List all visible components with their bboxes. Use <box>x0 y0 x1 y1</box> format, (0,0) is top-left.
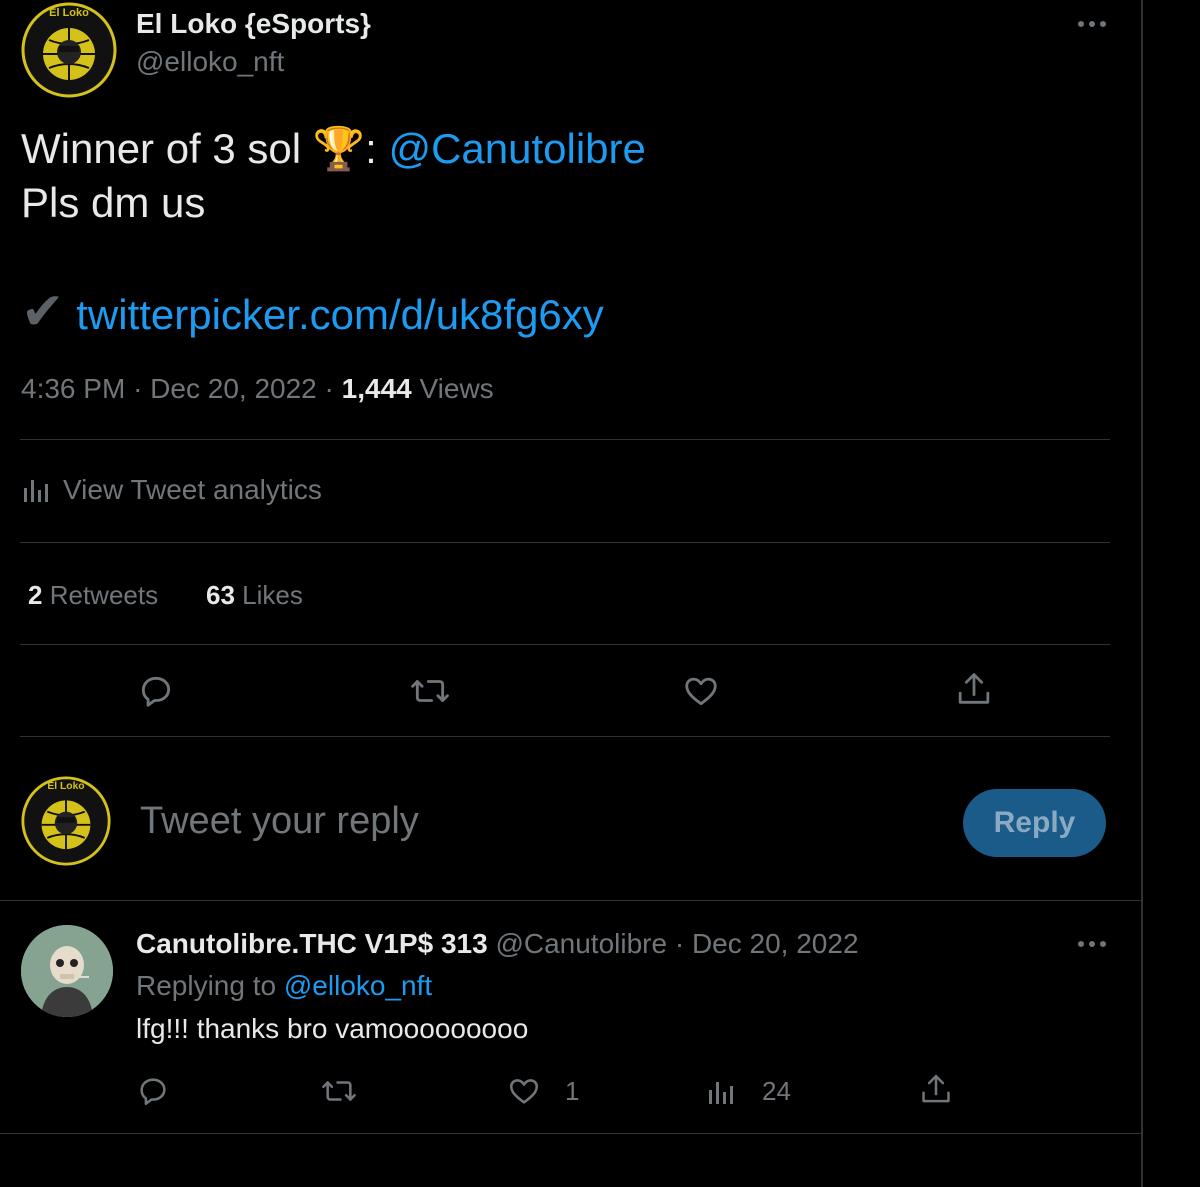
reply-more-icon[interactable] <box>1076 932 1108 956</box>
retweets-stat[interactable]: 2 Retweets <box>28 580 158 611</box>
meta-sep: · <box>133 373 151 404</box>
tweet-text: Winner of 3 sol 🏆: @Canutolibre Pls dm u… <box>21 122 1101 230</box>
retweet-icon[interactable] <box>409 672 451 710</box>
mention-link[interactable]: @Canutolibre <box>388 125 645 172</box>
reply-views-count: 24 <box>762 1076 791 1106</box>
divider <box>0 900 1141 901</box>
divider <box>20 542 1110 543</box>
reply-author-avatar[interactable] <box>21 925 113 1017</box>
reply-like-icon <box>507 1074 541 1108</box>
tweet-date[interactable]: Dec 20, 2022 <box>150 373 317 404</box>
likes-label: Likes <box>242 580 303 610</box>
replying-to-handle[interactable]: @elloko_nft <box>284 970 432 1001</box>
view-analytics-link[interactable]: View Tweet analytics <box>21 474 322 506</box>
checkmark-icon: ✔ <box>21 283 65 341</box>
reply-like-action[interactable]: 1 <box>507 1074 579 1108</box>
reply-retweet-icon[interactable] <box>320 1074 358 1108</box>
meta-sep: · <box>324 373 342 404</box>
reply-reply-icon[interactable] <box>136 1074 170 1108</box>
reply-icon[interactable] <box>137 672 175 710</box>
author-name[interactable]: El Loko {eSports} <box>136 8 371 40</box>
reply-share-icon[interactable] <box>919 1072 953 1108</box>
reply-like-count: 1 <box>565 1075 580 1106</box>
more-icon[interactable] <box>1076 12 1108 36</box>
analytics-icon <box>21 476 51 504</box>
reply-text: lfg!!! thanks bro vamooooooooo <box>136 1013 529 1044</box>
tweet-column: El Loko El Loko {eSports} @elloko_nft Wi… <box>0 0 1143 1187</box>
reply-views-action[interactable]: 24 <box>706 1076 791 1107</box>
reply-author-name[interactable]: Canutolibre.THC V1P$ 313 <box>136 928 488 959</box>
tweet-line-1-text: Winner of 3 sol <box>21 125 313 172</box>
reply-header: Canutolibre.THC V1P$ 313 @Canutolibre · … <box>136 928 859 960</box>
tweet-line-1: Winner of 3 sol 🏆: @Canutolibre <box>21 122 1101 176</box>
author-avatar[interactable]: El Loko <box>21 2 117 98</box>
divider <box>0 1133 1141 1134</box>
reply-date[interactable]: Dec 20, 2022 <box>692 928 859 959</box>
reply-analytics-icon <box>706 1078 736 1106</box>
reply-button[interactable]: Reply <box>963 789 1106 857</box>
meta-sep: · <box>674 928 692 959</box>
tweet-line-2: Pls dm us <box>21 179 206 226</box>
reply-input[interactable]: Tweet your reply <box>140 800 920 843</box>
likes-count: 63 <box>206 580 235 610</box>
analytics-label: View Tweet analytics <box>63 474 322 505</box>
divider <box>20 736 1110 737</box>
avatar-text-top: El Loko <box>49 7 89 19</box>
author-handle[interactable]: @elloko_nft <box>136 46 284 78</box>
composer-avatar[interactable]: El Loko <box>21 776 111 866</box>
divider <box>20 439 1110 440</box>
retweets-count: 2 <box>28 580 43 610</box>
tweet-url-link[interactable]: twitterpicker.com/d/uk8fg6xy <box>76 291 604 338</box>
views-count: 1,444 <box>341 373 412 404</box>
tweet-colon: : <box>365 125 389 172</box>
likes-stat[interactable]: 63 Likes <box>206 580 303 611</box>
views-label: Views <box>419 373 494 404</box>
tweet-link-line: ✔ twitterpicker.com/d/uk8fg6xy <box>21 285 604 342</box>
tweet-meta: 4:36 PM · Dec 20, 2022 · 1,444 Views <box>21 373 494 405</box>
replying-to: Replying to @elloko_nft <box>136 970 432 1002</box>
retweets-label: Retweets <box>49 580 159 610</box>
reply-author-handle[interactable]: @Canutolibre <box>495 928 667 959</box>
divider <box>20 644 1110 645</box>
trophy-emoji: 🏆 <box>312 125 366 172</box>
share-icon[interactable] <box>955 670 993 710</box>
replying-to-label: Replying to <box>136 970 277 1001</box>
like-icon[interactable] <box>682 672 720 710</box>
tweet-time[interactable]: 4:36 PM <box>21 373 125 404</box>
composer-avatar-text: El Loko <box>47 781 84 792</box>
